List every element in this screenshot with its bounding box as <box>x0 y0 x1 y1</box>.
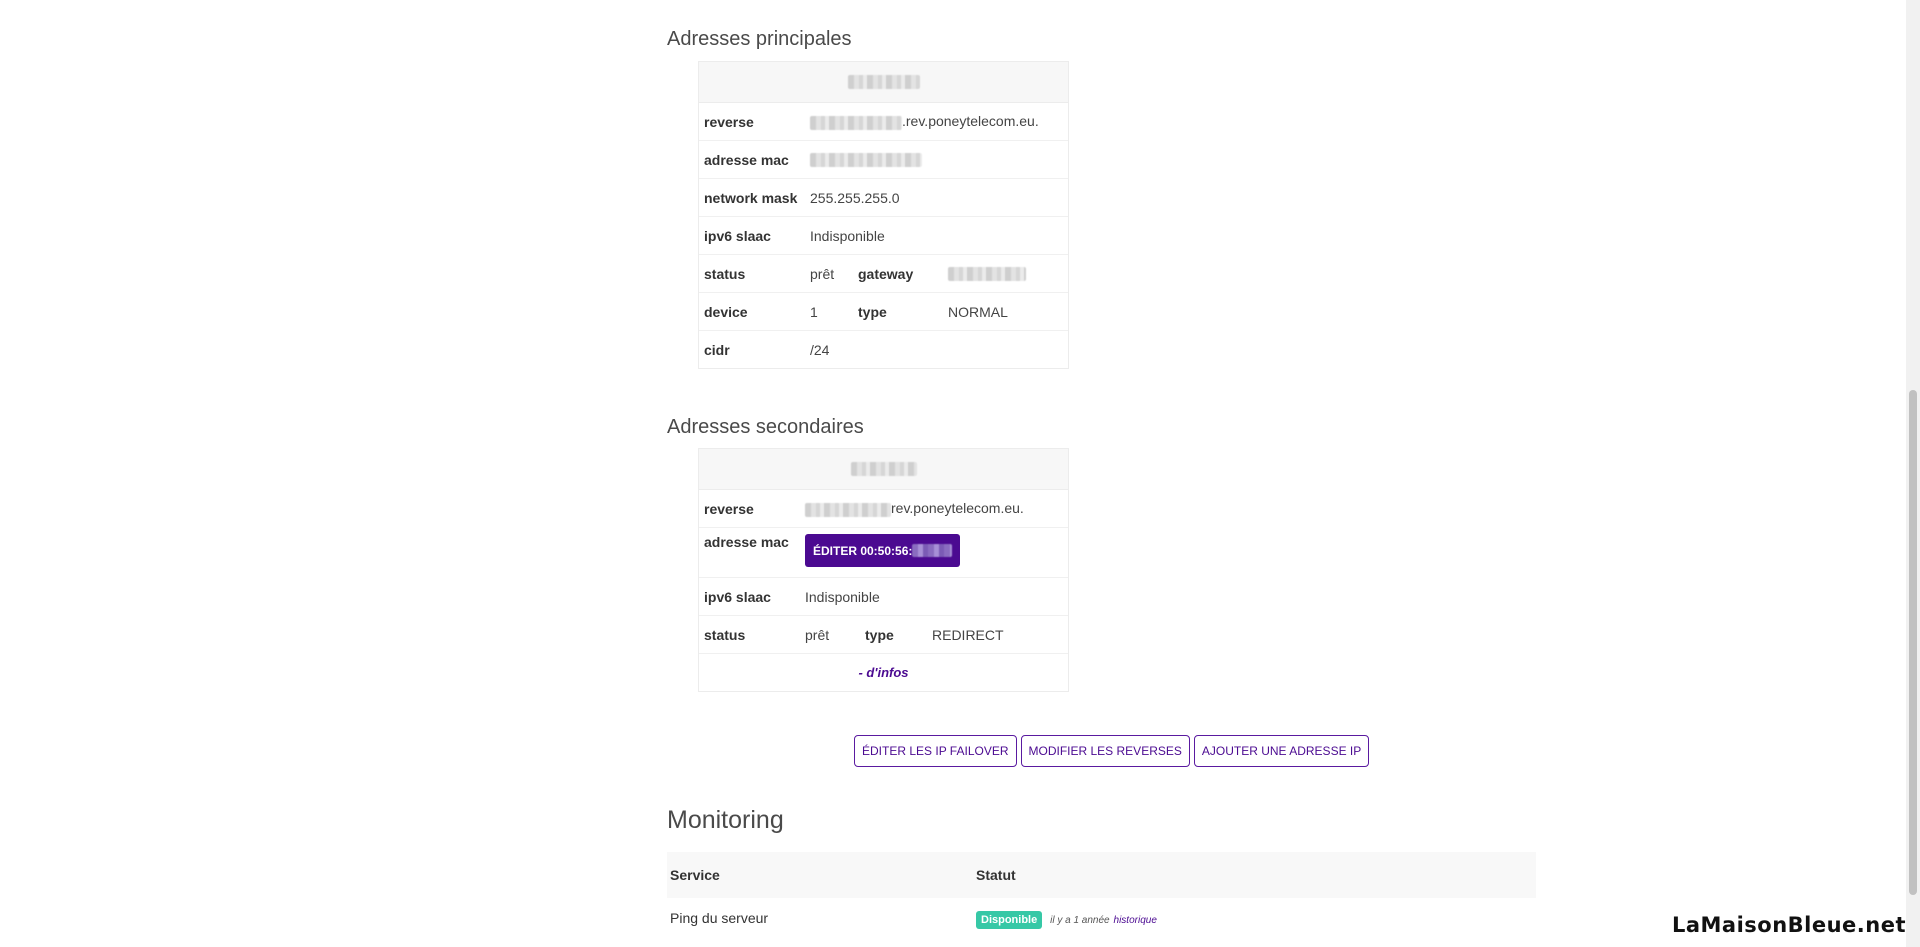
mac-label: adresse mac <box>704 151 789 168</box>
slaac-row: ipv6 slaac Indisponible <box>699 217 1068 255</box>
status-cell: Disponible il y a 1 année historique <box>976 910 1157 929</box>
cidr-row: cidr /24 <box>699 331 1068 368</box>
type-label: type <box>858 303 887 320</box>
redacted-reverse <box>805 502 891 517</box>
edit-mac-label: ÉDITER 00:50:56: <box>813 543 913 558</box>
mask-value: 255.255.255.0 <box>810 189 900 206</box>
device-row: device 1 type NORMAL <box>699 293 1068 331</box>
edit-mac-button[interactable]: ÉDITER 00:50:56: <box>805 534 961 567</box>
status-label: status <box>704 265 746 282</box>
secondary-ip-card: reverse rev.poneytelecom.eu. adresse mac… <box>698 448 1069 692</box>
primary-addresses-title: Adresses principales <box>667 28 852 50</box>
slaac-label: ipv6 slaac <box>704 227 771 244</box>
watermark-logo: LaMaisonBleue.net <box>1671 913 1906 937</box>
page-scrollbar[interactable] <box>1906 0 1920 947</box>
reverse-label: reverse <box>704 500 754 517</box>
redacted-ip <box>850 462 917 476</box>
status-row: status prêt type REDIRECT <box>699 616 1068 654</box>
service-column-header: Service <box>670 867 720 883</box>
redacted-mac <box>912 544 953 557</box>
monitoring-table: Service Statut Ping du serveur Disponibl… <box>667 852 1536 938</box>
ip-actions: ÉDITER LES IP FAILOVER MODIFIER LES REVE… <box>854 735 1370 767</box>
slaac-value: Indisponible <box>805 588 880 605</box>
type-value: NORMAL <box>948 303 1008 320</box>
scrollbar-thumb[interactable] <box>1909 390 1917 895</box>
type-value: REDIRECT <box>932 626 1004 643</box>
service-name: Ping du serveur <box>670 910 769 926</box>
cidr-label: cidr <box>704 341 730 358</box>
status-column-header: Statut <box>976 867 1016 883</box>
reverse-value: .rev.poneytelecom.eu. <box>810 113 1039 130</box>
status-badge: Disponible <box>976 911 1043 929</box>
reverse-suffix: .rev.poneytelecom.eu. <box>902 113 1039 130</box>
secondary-addresses-title: Adresses secondaires <box>667 416 864 438</box>
table-header: Service Statut <box>667 852 1536 898</box>
reverse-row: reverse .rev.poneytelecom.eu. <box>699 103 1068 141</box>
mask-row: network mask 255.255.255.0 <box>699 179 1068 217</box>
primary-ip-card: reverse .rev.poneytelecom.eu. adresse ma… <box>698 61 1069 369</box>
secondary-ip-header <box>699 449 1068 490</box>
redacted-mac <box>810 152 922 167</box>
mac-row: adresse mac <box>699 141 1068 179</box>
add-ip-button[interactable]: AJOUTER UNE ADRESSE IP <box>1193 735 1370 767</box>
status-row: status prêt gateway <box>699 255 1068 293</box>
status-label: status <box>704 626 746 643</box>
reverse-row: reverse rev.poneytelecom.eu. <box>699 490 1068 528</box>
edit-reverses-button[interactable]: MODIFIER LES REVERSES <box>1020 735 1190 767</box>
reverse-suffix: rev.poneytelecom.eu. <box>891 500 1024 517</box>
slaac-row: ipv6 slaac Indisponible <box>699 578 1068 616</box>
status-value: prêt <box>805 626 830 643</box>
history-link[interactable]: historique <box>1114 915 1157 926</box>
type-label: type <box>865 626 894 643</box>
mask-label: network mask <box>704 189 798 206</box>
less-info-link[interactable]: - d'infos <box>858 665 908 680</box>
slaac-label: ipv6 slaac <box>704 588 771 605</box>
device-label: device <box>704 303 748 320</box>
device-value: 1 <box>810 303 818 320</box>
slaac-value: Indisponible <box>810 227 885 244</box>
cidr-value: /24 <box>810 341 830 358</box>
mac-label: adresse mac <box>704 534 789 550</box>
redacted-ip <box>847 75 920 89</box>
gateway-label: gateway <box>858 265 914 282</box>
redacted-reverse <box>810 115 902 130</box>
reverse-value: rev.poneytelecom.eu. <box>805 500 1024 517</box>
mac-row: adresse mac ÉDITER 00:50:56: <box>699 528 1068 578</box>
monitoring-title: Monitoring <box>667 806 784 834</box>
edit-failover-button[interactable]: ÉDITER LES IP FAILOVER <box>854 735 1017 767</box>
reverse-label: reverse <box>704 113 754 130</box>
status-since: il y a 1 année <box>1050 915 1110 926</box>
redacted-gateway <box>948 266 1026 281</box>
table-row: Ping du serveur Disponible il y a 1 anné… <box>667 898 1536 938</box>
status-value: prêt <box>810 265 835 282</box>
less-info-row: - d'infos <box>699 654 1068 691</box>
primary-ip-header <box>699 62 1068 103</box>
